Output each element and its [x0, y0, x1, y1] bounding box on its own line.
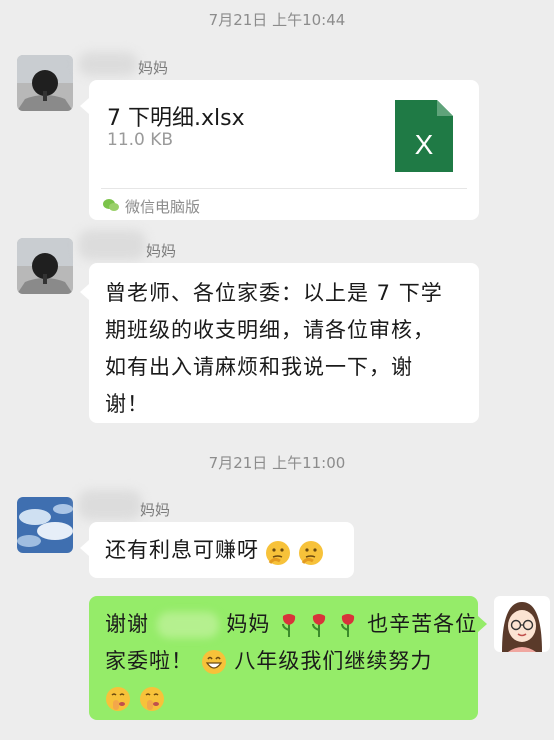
message-text: 还有利息可赚呀 — [105, 538, 259, 562]
message-text: 谢谢 — [105, 612, 149, 636]
excel-file-icon: X — [395, 100, 453, 172]
grinning-face-icon — [201, 650, 226, 674]
file-message-bubble[interactable]: 7 下明细.xlsx 11.0 KB X 微信电脑版 — [89, 80, 479, 220]
text-message-bubble[interactable]: 曾老师、各位家委：以上是 7 下学 期班级的收支明细，请各位审核， 如有出入请麻… — [89, 263, 479, 423]
bubble-tail — [478, 616, 487, 632]
text-message-bubble[interactable]: 还有利息可赚呀 — [89, 522, 354, 578]
message-line: 期班级的收支明细，请各位审核， — [105, 318, 435, 342]
self-message-bubble[interactable]: 谢谢 妈妈 也辛苦各位 家委啦！ 八年级我们继续努力 — [89, 596, 478, 720]
rose-icon — [311, 614, 325, 637]
divider — [101, 188, 467, 189]
avatar-image — [494, 596, 550, 652]
blurred-name — [78, 52, 138, 76]
blurred-name — [156, 612, 219, 638]
message-text: 八年级我们继续努力 — [234, 649, 433, 673]
blurred-name — [78, 490, 142, 520]
wechat-icon — [103, 199, 119, 211]
excel-letter: X — [415, 129, 434, 160]
rose-icon — [282, 614, 296, 637]
avatar-self[interactable] — [494, 596, 550, 652]
avatar-image — [17, 497, 73, 553]
thinking-face-icon — [299, 540, 324, 565]
avatar-sender[interactable] — [17, 238, 73, 294]
sender-name: 妈妈 — [138, 59, 169, 77]
bubble-tail — [80, 540, 89, 556]
bubble-tail — [80, 284, 89, 300]
avatar-image — [17, 55, 73, 111]
avatar-sender[interactable] — [17, 55, 73, 111]
message-line: 曾老师、各位家委：以上是 7 下学 — [105, 281, 443, 305]
file-name: 7 下明细.xlsx — [107, 106, 245, 131]
thinking-face-icon — [266, 540, 291, 565]
shushing-face-icon — [106, 687, 130, 711]
bubble-tail — [80, 98, 89, 114]
message-line: 谢谢 妈妈 也辛苦各位 — [105, 606, 476, 643]
message-line — [105, 680, 462, 717]
message-line: 如有出入请麻烦和我说一下，谢 — [105, 355, 413, 379]
timestamp: 7月21日 上午10:44 — [208, 11, 346, 29]
timestamp: 7月21日 上午11:00 — [208, 454, 346, 472]
rose-icon — [341, 614, 355, 637]
message-line: 谢！ — [105, 392, 149, 416]
message-text: 家委啦！ — [105, 649, 193, 673]
blurred-name — [78, 230, 146, 260]
avatar-sender[interactable] — [17, 497, 73, 553]
message-line: 家委啦！ 八年级我们继续努力 — [105, 643, 462, 680]
sender-name: 妈妈 — [140, 501, 171, 519]
file-source-app: 微信电脑版 — [125, 198, 201, 216]
message-text: 妈妈 — [226, 612, 271, 636]
shushing-face-icon — [139, 687, 164, 711]
avatar-image — [17, 238, 73, 294]
message-text: 也辛苦各位 — [367, 612, 478, 636]
file-size: 11.0 KB — [107, 130, 174, 150]
sender-name: 妈妈 — [146, 242, 177, 260]
